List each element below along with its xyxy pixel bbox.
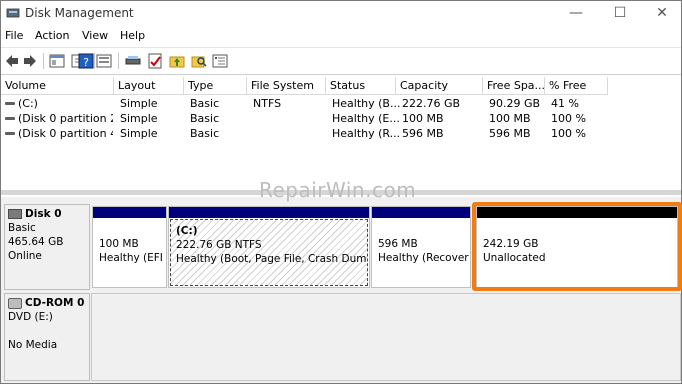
- drive-icon[interactable]: [124, 52, 142, 70]
- disk-status: Online: [8, 250, 42, 262]
- type-cell: Basic: [190, 112, 220, 125]
- cdrom-icon: [8, 297, 22, 309]
- partition-bar: [169, 207, 369, 218]
- details-icon[interactable]: [211, 52, 229, 70]
- column-header-volume[interactable]: Volume: [1, 77, 114, 95]
- volume-list: Volume Layout Type File System Status Ca…: [1, 77, 681, 189]
- free-space-cell: 100 MB: [489, 112, 531, 125]
- toolbar: ?: [1, 47, 681, 75]
- column-header-percent-free[interactable]: % Free: [545, 77, 608, 95]
- partition-size: 100 MB: [99, 238, 139, 250]
- disk-name: CD-ROM 0: [25, 297, 85, 309]
- volume-cell: (Disk 0 partition 2): [18, 112, 113, 125]
- column-header-type[interactable]: Type: [184, 77, 247, 95]
- disk-size: 465.64 GB: [8, 236, 64, 248]
- partition-bar: [372, 207, 470, 218]
- disk-icon: [8, 209, 22, 219]
- table-row[interactable]: (Disk 0 partition 2) Simple Basic Health…: [1, 111, 681, 126]
- partition-body: 100 MB Healthy (EFI: [94, 219, 165, 286]
- volume-icon: [5, 117, 15, 120]
- disk-type: Basic: [8, 222, 36, 234]
- capacity-cell: 596 MB: [402, 127, 444, 140]
- free-space-cell: 596 MB: [489, 127, 531, 140]
- partition-body: (C:) 222.76 GB NTFS Healthy (Boot, Page …: [170, 219, 368, 286]
- status-cell: Healthy (B...: [332, 97, 401, 110]
- toolbar-separator: [43, 53, 44, 69]
- column-header-file-system[interactable]: File System: [247, 77, 326, 95]
- volume-cell: (Disk 0 partition 4): [18, 127, 113, 140]
- partition-efi[interactable]: 100 MB Healthy (EFI: [92, 206, 167, 288]
- column-header-layout[interactable]: Layout: [114, 77, 184, 95]
- checklist-icon[interactable]: [146, 52, 164, 70]
- search-folder-icon[interactable]: [190, 52, 208, 70]
- free-space-cell: 90.29 GB: [489, 97, 541, 110]
- type-cell: Basic: [190, 97, 220, 110]
- toolbar-separator: [118, 53, 119, 69]
- window-title: Disk Management: [25, 6, 134, 20]
- disk-management-icon: [6, 8, 20, 18]
- watermark-text: RepairWin.com: [259, 178, 417, 202]
- help-icon[interactable]: ?: [77, 52, 95, 70]
- cdrom-0-info[interactable]: CD-ROM 0 DVD (E:) No Media: [4, 293, 90, 381]
- status-cell: Healthy (E...: [332, 112, 400, 125]
- partition-c[interactable]: (C:) 222.76 GB NTFS Healthy (Boot, Page …: [168, 206, 370, 288]
- partition-status: Healthy (Boot, Page File, Crash Dump,: [176, 253, 368, 265]
- disk-name: Disk 0: [25, 208, 62, 220]
- partition-label: (C:): [176, 225, 198, 237]
- percent-free-cell: 100 %: [551, 127, 586, 140]
- menu-file[interactable]: File: [5, 29, 23, 42]
- title-bar: Disk Management — ☐ ✕: [1, 1, 681, 25]
- disk-management-window: Disk Management — ☐ ✕ File Action View H…: [0, 0, 682, 384]
- volume-cell: (C:): [18, 97, 38, 110]
- type-cell: Basic: [190, 127, 220, 140]
- partition-status: Healthy (Recovery: [378, 252, 469, 264]
- partition-body: 596 MB Healthy (Recovery: [373, 219, 469, 286]
- folder-up-icon[interactable]: [168, 52, 186, 70]
- table-row[interactable]: (Disk 0 partition 4) Simple Basic Health…: [1, 126, 681, 141]
- disk-size: [8, 324, 89, 338]
- menu-action[interactable]: Action: [35, 29, 69, 42]
- volume-icon: [5, 102, 15, 105]
- percent-free-cell: 100 %: [551, 112, 586, 125]
- column-header-capacity[interactable]: Capacity: [396, 77, 483, 95]
- disk-list-icon[interactable]: [95, 52, 113, 70]
- disk-status: No Media: [8, 339, 58, 351]
- capacity-cell: 222.76 GB: [402, 97, 461, 110]
- unallocated-highlight-box: [472, 202, 682, 291]
- status-cell: Healthy (R...: [332, 127, 401, 140]
- layout-cell: Simple: [120, 127, 158, 140]
- layout-cell: Simple: [120, 97, 158, 110]
- column-header-free-space[interactable]: Free Spa...: [483, 77, 545, 95]
- column-header-status[interactable]: Status: [326, 77, 396, 95]
- cdrom-0-area: [91, 293, 681, 381]
- close-button[interactable]: ✕: [648, 4, 676, 22]
- properties-pane-icon[interactable]: [48, 52, 66, 70]
- table-row[interactable]: (C:) Simple Basic NTFS Healthy (B... 222…: [1, 96, 681, 111]
- file-system-cell: NTFS: [253, 97, 282, 110]
- partition-bar: [93, 207, 166, 218]
- volume-icon: [5, 132, 15, 135]
- partition-status: Healthy (EFI: [99, 252, 163, 264]
- partition-size: 222.76 GB NTFS: [176, 239, 262, 251]
- capacity-cell: 100 MB: [402, 112, 444, 125]
- menu-view[interactable]: View: [82, 29, 108, 42]
- forward-arrow-icon[interactable]: [21, 52, 39, 70]
- menu-help[interactable]: Help: [120, 29, 145, 42]
- minimize-button[interactable]: —: [562, 4, 590, 22]
- back-arrow-icon[interactable]: [3, 52, 21, 70]
- partition-recovery[interactable]: 596 MB Healthy (Recovery: [371, 206, 471, 288]
- maximize-button[interactable]: ☐: [606, 4, 634, 22]
- partition-size: 596 MB: [378, 238, 418, 250]
- svg-text:?: ?: [83, 56, 89, 69]
- percent-free-cell: 41 %: [551, 97, 579, 110]
- menu-bar: File Action View Help: [1, 27, 681, 45]
- disk-type: DVD (E:): [8, 311, 53, 323]
- disk-0-info[interactable]: Disk 0 Basic 465.64 GB Online: [4, 204, 90, 290]
- layout-cell: Simple: [120, 112, 158, 125]
